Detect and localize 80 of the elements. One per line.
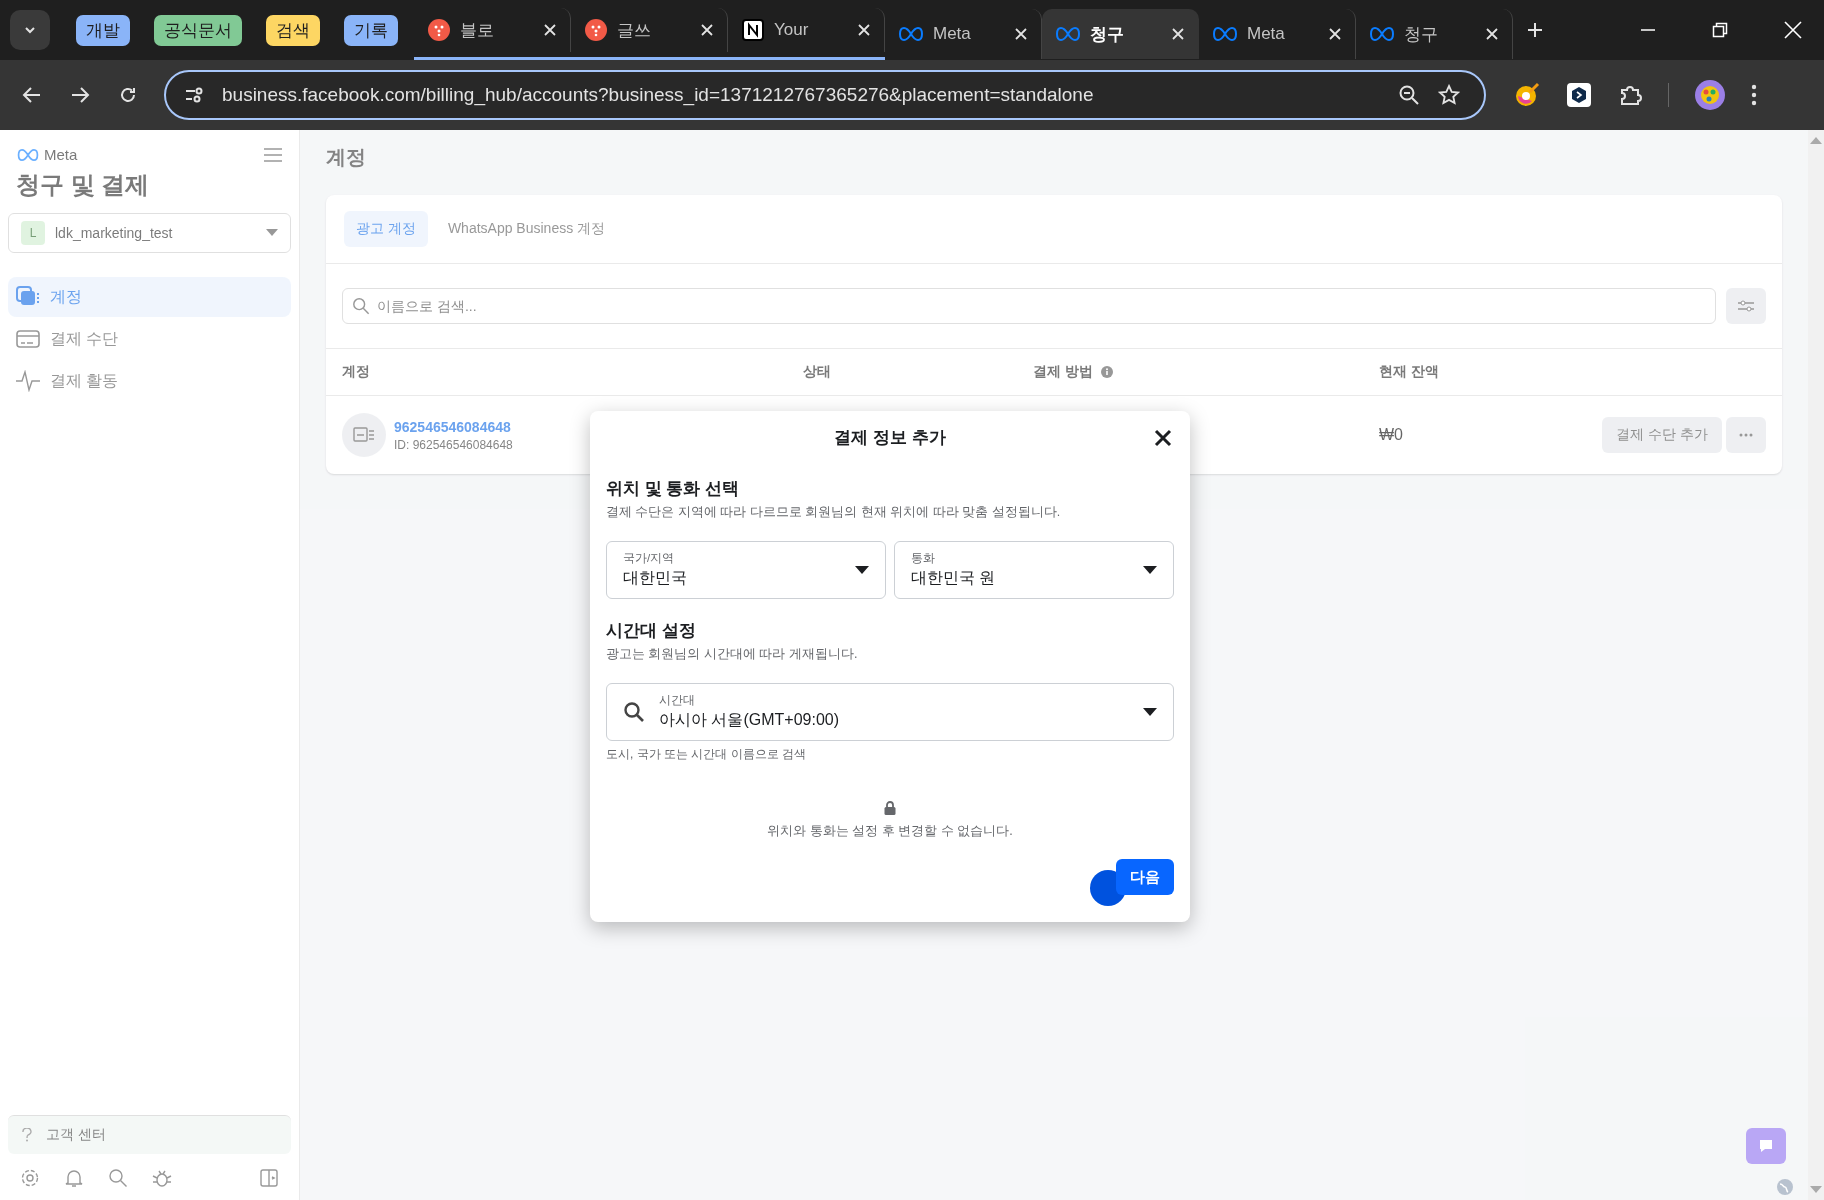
column-header: 상태 — [803, 363, 831, 381]
app-title: 청구 및 결제 — [15, 170, 151, 200]
account-selector[interactable]: L ldk_marketing_test — [8, 213, 291, 253]
caret-icon — [1143, 566, 1157, 574]
caret-icon — [1143, 708, 1157, 716]
search-field[interactable]: 이름으로 검색... — [342, 288, 1716, 324]
select-field[interactable]: 국가/지역 대한민국 — [606, 541, 886, 599]
account-id: ID: 962546546084648 — [394, 437, 513, 452]
logo-text: Meta — [44, 146, 78, 163]
page-heading: 계정 — [326, 145, 367, 170]
note-text: 위치와 통화는 설정 후 변경할 수 없습니다. — [767, 823, 1013, 840]
zoom-icon[interactable] — [1398, 84, 1420, 106]
infinity-icon — [1056, 27, 1080, 41]
next-button[interactable]: 다음 — [1116, 859, 1174, 895]
info-icon — [1100, 366, 1113, 378]
column-header: 현재 잔액 — [1379, 363, 1439, 381]
reload-icon[interactable] — [118, 85, 138, 105]
sliders-icon — [1737, 299, 1755, 313]
lock-icon — [884, 801, 896, 815]
chat-icon — [1758, 1138, 1774, 1154]
bell-icon[interactable] — [64, 1168, 84, 1188]
close-window-icon[interactable] — [1784, 21, 1802, 39]
section-description: 결제 수단은 지역에 따라 다르므로 회원님의 현재 위치에 따라 맞춤 설정됩니다. — [606, 504, 1062, 521]
browser-tab[interactable]: 청구 — [1356, 9, 1513, 59]
tab-group-chip[interactable]: 개발 — [76, 14, 130, 46]
section-heading: 시간대 설정 — [606, 620, 697, 642]
pulse-icon — [16, 370, 40, 392]
tab-group-chip[interactable]: 공식문서 — [154, 14, 242, 46]
column-header: 계정 — [342, 363, 370, 381]
credit-card-icon — [16, 330, 40, 348]
new-tab-icon[interactable] — [1527, 22, 1543, 38]
profile-avatar[interactable] — [1695, 80, 1725, 110]
infinity-icon — [1213, 27, 1237, 41]
tomato-icon — [428, 19, 450, 41]
timezone-select[interactable]: 시간대 아시아 서울(GMT+09:00) — [606, 683, 1174, 741]
browser-tab[interactable]: Meta — [1199, 9, 1356, 59]
paintbrush-icon[interactable] — [1514, 82, 1540, 108]
browser-tab[interactable]: 블로 — [414, 8, 571, 52]
caret-icon — [266, 229, 278, 237]
tomato-icon — [585, 19, 607, 41]
dialog-title: 결제 정보 추가 — [834, 426, 946, 449]
bug-icon[interactable] — [152, 1168, 172, 1188]
section-description: 광고는 회원님의 시간대에 따라 게재됩니다. — [606, 646, 859, 663]
help-center-link[interactable]: 고객 센터 — [8, 1115, 291, 1154]
extension-icon[interactable] — [1566, 82, 1592, 108]
site-settings-icon[interactable] — [184, 86, 204, 104]
close-icon[interactable] — [1154, 429, 1172, 447]
more-icon — [1739, 433, 1753, 437]
search-icon — [352, 297, 370, 315]
browser-tab[interactable]: 청구 — [1042, 9, 1199, 59]
select-field[interactable]: 통화 대한민국 원 — [894, 541, 1174, 599]
puzzle-icon[interactable] — [1618, 83, 1642, 107]
column-header: 결제 방법 — [1033, 363, 1093, 381]
tab-group-chip[interactable]: 검색 — [266, 14, 320, 46]
ad-account-icon — [342, 413, 386, 457]
address-bar[interactable]: business.facebook.com/billing_hub/accounts?business_id=1371212767365276&placement=standalone — [164, 70, 1486, 120]
table-cell: ₩0 — [1379, 426, 1403, 444]
search-icon — [623, 701, 645, 723]
account-avatar: L — [21, 221, 45, 245]
infinity-icon — [16, 148, 40, 161]
settings-icon[interactable] — [20, 1168, 40, 1188]
infinity-icon — [899, 27, 923, 41]
back-icon[interactable] — [22, 85, 42, 105]
caret-icon — [855, 566, 869, 574]
bookmark-star-icon[interactable] — [1438, 84, 1460, 106]
infinity-icon — [1370, 27, 1394, 41]
panel-toggle-icon[interactable] — [259, 1168, 279, 1188]
restore-icon[interactable] — [1712, 22, 1728, 38]
accounts-icon — [16, 286, 40, 308]
menu-dots-icon[interactable] — [1751, 84, 1757, 106]
search-icon[interactable] — [108, 1168, 128, 1188]
notion-icon — [742, 19, 764, 41]
browser-tab[interactable]: Your — [728, 8, 885, 52]
section-heading: 위치 및 통화 선택 — [606, 478, 741, 500]
account-name: ldk_marketing_test — [55, 225, 174, 241]
tab-group-chip[interactable]: 기록 — [344, 14, 398, 46]
forward-icon[interactable] — [70, 85, 90, 105]
question-icon — [22, 1128, 32, 1142]
helper-text: 도시, 국가 또는 시간대 이름으로 검색 — [606, 746, 807, 763]
browser-tab[interactable]: 글쓰 — [571, 8, 728, 52]
